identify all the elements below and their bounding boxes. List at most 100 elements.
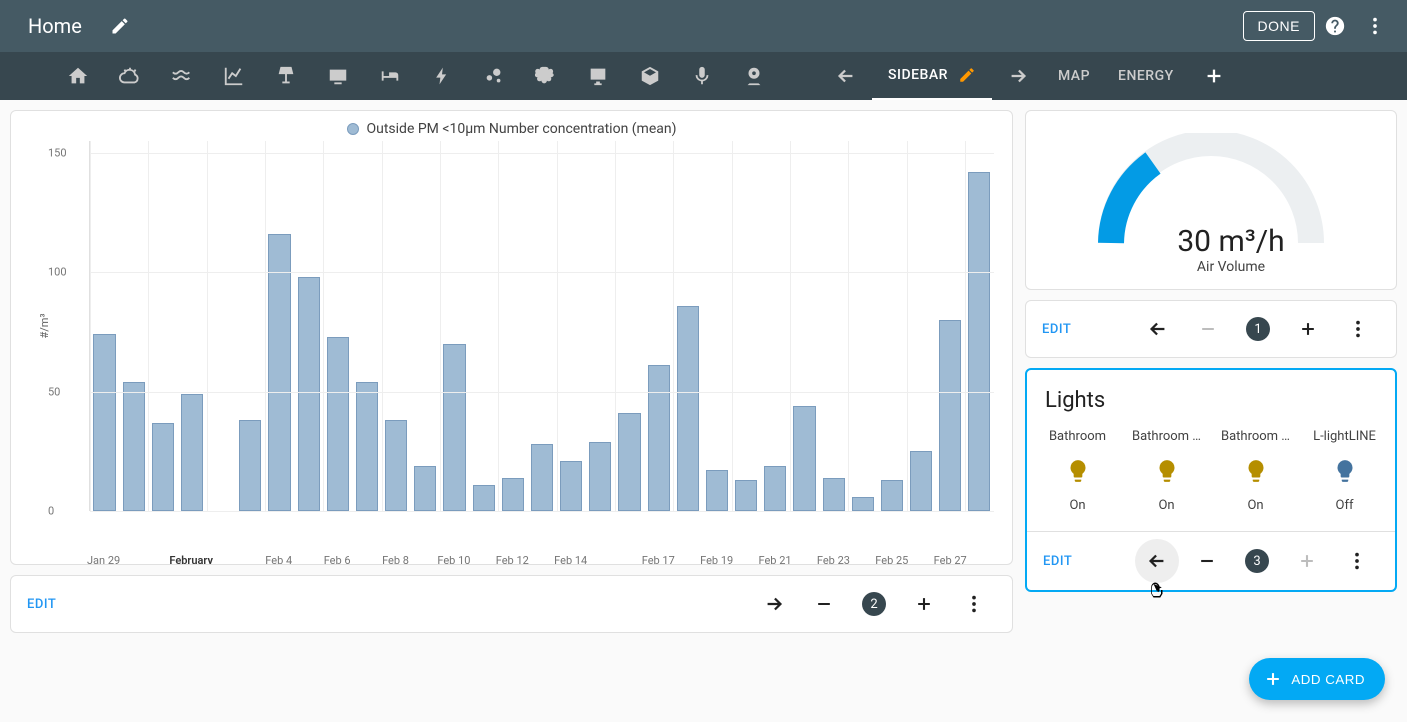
bar[interactable] — [356, 382, 378, 511]
content: Outside PM <10µm Number concentration (m… — [0, 100, 1407, 722]
move-left-icon[interactable] — [1136, 307, 1180, 351]
light-state: On — [1158, 498, 1174, 513]
tab-water-icon[interactable] — [156, 52, 208, 100]
x-axis-label: Feb 6 — [324, 554, 351, 565]
light-item[interactable]: Bathroom On — [1037, 429, 1119, 513]
tab-lamp-icon[interactable] — [260, 52, 312, 100]
bar[interactable] — [881, 480, 903, 511]
bar[interactable] — [502, 478, 524, 511]
bar[interactable] — [648, 365, 670, 511]
tab-flower-icon[interactable] — [520, 52, 572, 100]
light-item[interactable]: Bathroom …On — [1215, 429, 1297, 513]
bar[interactable] — [152, 423, 174, 511]
light-state: On — [1069, 498, 1085, 513]
add-card-label: ADD CARD — [1291, 672, 1365, 687]
tab-desktop-icon[interactable] — [572, 52, 624, 100]
tab-energy[interactable]: ENERGY — [1104, 52, 1188, 100]
tab-cube-icon[interactable] — [624, 52, 676, 100]
y-axis-label: #/m³ — [38, 314, 51, 339]
chart-plot-area: #/m³ 050100150 — [89, 141, 994, 511]
tab-weather-icon[interactable] — [104, 52, 156, 100]
bar[interactable] — [93, 334, 115, 511]
tab-move-right-icon[interactable] — [992, 52, 1044, 100]
edit-title-icon[interactable] — [100, 6, 140, 46]
tab-sidebar-label: SIDEBAR — [888, 67, 948, 83]
bulb-icon — [1243, 458, 1269, 484]
gauge-label: Air Volume — [1197, 259, 1265, 275]
bar[interactable] — [939, 320, 961, 511]
more-icon[interactable] — [1336, 307, 1380, 351]
gauge-icon — [1071, 133, 1351, 253]
tab-map[interactable]: MAP — [1044, 52, 1104, 100]
tab-home-icon[interactable] — [52, 52, 104, 100]
bar[interactable] — [327, 337, 349, 511]
edit-button[interactable]: EDIT — [1043, 554, 1072, 569]
bulb-icon — [1065, 458, 1091, 484]
x-axis-label: Feb 19 — [700, 554, 733, 565]
light-item[interactable]: Bathroom …On — [1126, 429, 1208, 513]
bar[interactable] — [531, 444, 553, 511]
tab-tv-icon[interactable] — [312, 52, 364, 100]
bar[interactable] — [414, 466, 436, 511]
light-name: Bathroom — [1049, 429, 1106, 444]
tab-bubble-icon[interactable] — [468, 52, 520, 100]
bar[interactable] — [268, 234, 290, 511]
x-axis-label: Feb 14 — [554, 554, 587, 565]
bar[interactable] — [793, 406, 815, 511]
cursor-icon — [1149, 581, 1167, 599]
help-icon[interactable] — [1315, 6, 1355, 46]
x-axis-label: Feb 10 — [437, 554, 470, 565]
tab-move-left-icon[interactable] — [820, 52, 872, 100]
x-axis-label: Feb 4 — [265, 554, 292, 565]
bar[interactable] — [239, 420, 261, 511]
minus-icon[interactable] — [802, 582, 846, 626]
edit-button[interactable]: EDIT — [27, 597, 56, 612]
light-item[interactable]: L-lightLINEOff — [1304, 429, 1386, 513]
bar[interactable] — [968, 172, 990, 511]
bar[interactable] — [181, 394, 203, 511]
tab-mic-icon[interactable] — [676, 52, 728, 100]
position-badge: 3 — [1235, 539, 1279, 583]
edit-button[interactable]: EDIT — [1042, 322, 1071, 337]
tab-chart-icon[interactable] — [208, 52, 260, 100]
bar[interactable] — [298, 277, 320, 511]
bar[interactable] — [706, 470, 728, 511]
more-icon[interactable] — [952, 582, 996, 626]
x-axis-label: Feb 27 — [934, 554, 967, 565]
bar[interactable] — [910, 451, 932, 511]
bar[interactable] — [764, 466, 786, 511]
bar[interactable] — [473, 485, 495, 511]
minus-icon[interactable] — [1185, 539, 1229, 583]
bar[interactable] — [385, 420, 407, 511]
plus-icon[interactable] — [902, 582, 946, 626]
x-axis-label: Feb 23 — [817, 554, 850, 565]
chart-edit-bar: EDIT 2 — [10, 575, 1013, 633]
done-button[interactable]: DONE — [1243, 11, 1315, 41]
overflow-icon[interactable] — [1355, 6, 1395, 46]
move-right-icon[interactable] — [752, 582, 796, 626]
tab-sidebar[interactable]: SIDEBAR — [872, 52, 992, 100]
bar[interactable] — [618, 413, 640, 511]
plus-icon[interactable] — [1286, 307, 1330, 351]
more-icon[interactable] — [1335, 539, 1379, 583]
bar[interactable] — [852, 497, 874, 511]
gauge-edit-bar: EDIT 1 — [1025, 300, 1397, 358]
tab-bed-icon[interactable] — [364, 52, 416, 100]
bar[interactable] — [735, 480, 757, 511]
add-card-button[interactable]: ADD CARD — [1249, 658, 1385, 700]
bar[interactable] — [823, 478, 845, 511]
tab-bolt-icon[interactable] — [416, 52, 468, 100]
bar[interactable] — [123, 382, 145, 511]
bulb-icon — [1332, 458, 1358, 484]
minus-icon — [1186, 307, 1230, 351]
bar[interactable] — [589, 442, 611, 511]
bar[interactable] — [443, 344, 465, 511]
gauge-card[interactable]: 30 m³/h Air Volume — [1025, 110, 1397, 290]
tab-webcam-icon[interactable] — [728, 52, 780, 100]
move-left-icon[interactable] — [1135, 539, 1179, 583]
bar[interactable] — [677, 306, 699, 511]
bulb-icon — [1154, 458, 1180, 484]
tab-add-icon[interactable] — [1188, 52, 1240, 100]
bar[interactable] — [560, 461, 582, 511]
edit-tab-icon[interactable] — [958, 66, 976, 84]
